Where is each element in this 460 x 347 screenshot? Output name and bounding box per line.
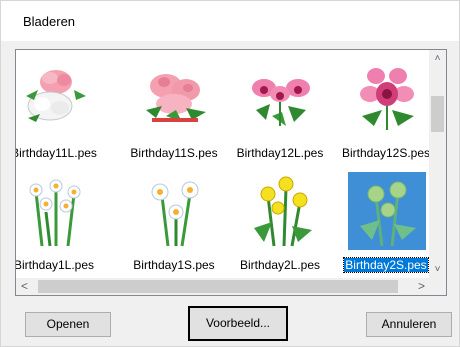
pink-orchid-flower-icon [348,60,426,138]
white-narcissus-flower-icon [136,172,214,250]
vertical-scrollbar[interactable]: ˄ ˅ [429,50,446,278]
file-browser: Birthday11L.pes Birthday11S.pes Birthday… [15,49,447,296]
file-tile[interactable]: Birthday1S.pes [124,168,224,278]
cancel-button[interactable]: Annuleren [366,312,452,337]
file-name: Birthday12L.pes [236,146,324,160]
scroll-up-icon[interactable]: ˄ [429,50,446,67]
file-name: Birthday1L.pes [16,258,95,272]
title-bar: Bladeren [1,1,459,41]
horizontal-scrollbar[interactable]: < > [16,278,430,295]
white-narcissus-flowers-icon [16,172,94,250]
scroll-right-icon[interactable]: > [413,278,430,295]
pink-carnation-flowers-icon [136,60,214,138]
vertical-scroll-thumb[interactable] [431,96,444,132]
pink-orchid-flowers-icon [242,60,320,138]
dialog-title: Bladeren [23,14,76,29]
file-tile[interactable]: Birthday1L.pes [16,168,104,278]
file-tile-selected[interactable]: Birthday2S.pes [336,168,430,278]
scrollbar-corner [429,278,446,295]
file-tile[interactable]: Birthday12L.pes [230,56,330,166]
scroll-left-icon[interactable]: < [16,278,33,295]
yellow-daffodil-flowers-icon [242,172,320,250]
file-tile[interactable]: Birthday2L.pes [230,168,330,278]
white-pink-carnation-flowers-icon [16,60,94,138]
file-name: Birthday1S.pes [133,258,215,272]
thumbnail-grid: Birthday11L.pes Birthday11S.pes Birthday… [16,50,430,278]
browse-dialog: Bladeren Birthday11L.pes Birthday11S.pes… [0,0,460,347]
file-name: Birthday11L.pes [16,146,97,160]
open-button[interactable]: Openen [25,312,111,337]
file-name: Birthday12S.pes [341,146,430,160]
scroll-down-icon[interactable]: ˅ [429,261,446,278]
file-name: Birthday11S.pes [130,146,218,160]
yellow-daffodil-flower-icon [348,172,426,250]
file-tile[interactable]: Birthday12S.pes [336,56,430,166]
horizontal-scroll-thumb[interactable] [38,280,398,293]
file-name: Birthday2L.pes [239,258,321,272]
preview-button[interactable]: Voorbeeld... [188,306,288,341]
file-name: Birthday2S.pes [343,257,429,273]
file-tile[interactable]: Birthday11L.pes [16,56,104,166]
file-tile[interactable]: Birthday11S.pes [124,56,224,166]
